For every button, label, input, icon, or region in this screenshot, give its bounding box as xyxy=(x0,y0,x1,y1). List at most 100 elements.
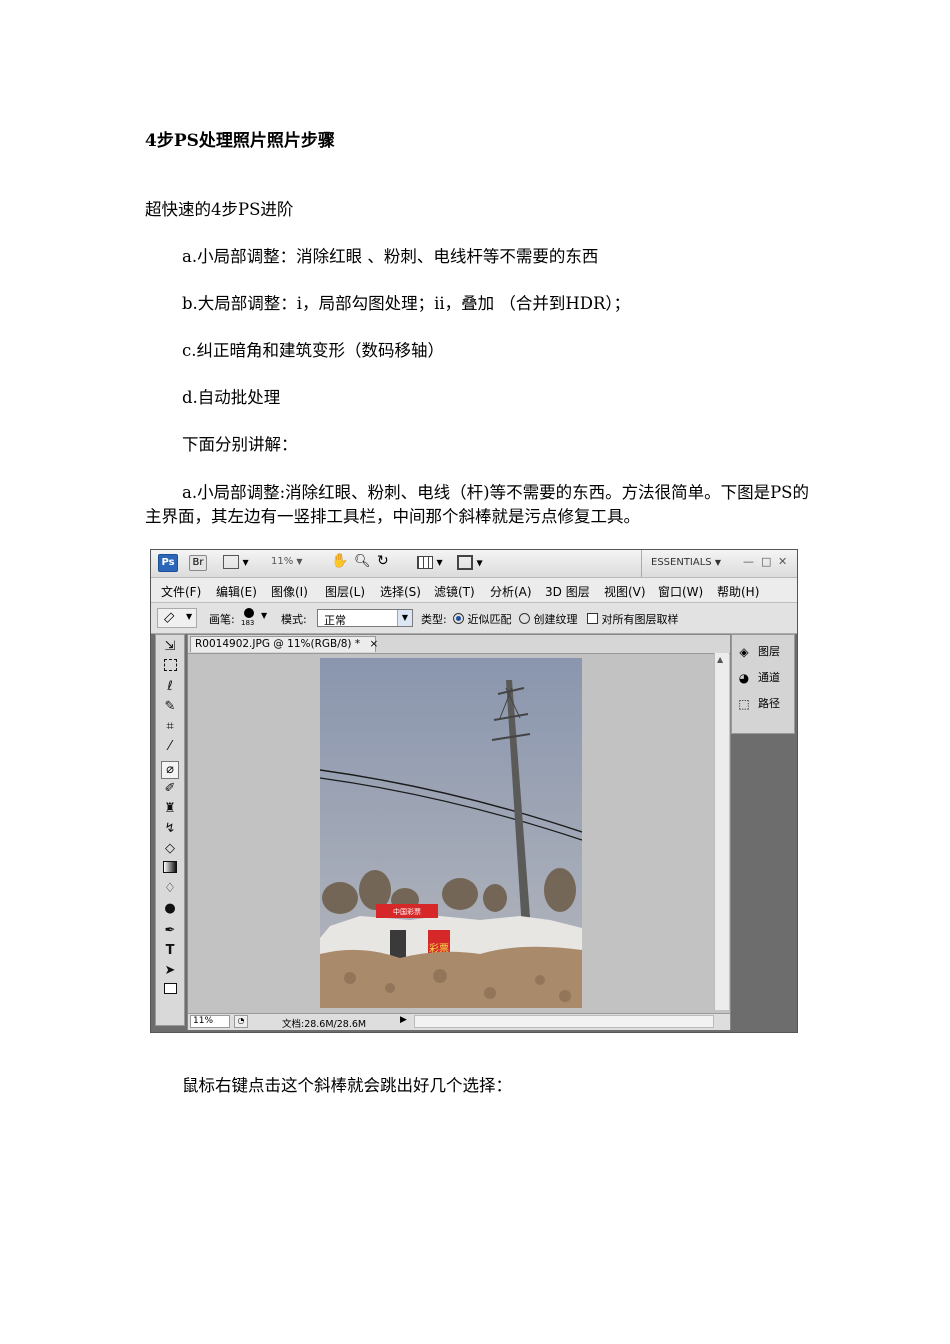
proximity-match-radio[interactable]: 近似匹配 xyxy=(453,611,512,627)
tool-preset-picker[interactable]: ▭ ▼ xyxy=(157,608,197,628)
rotate-view-icon[interactable]: ↻ xyxy=(377,553,395,569)
gradient-tool-icon[interactable] xyxy=(162,861,178,877)
channels-label: 通道 xyxy=(758,671,780,684)
view-extras-button[interactable]: ▼ xyxy=(223,555,251,571)
chevron-down-icon: ▼ xyxy=(186,612,193,621)
document-tab[interactable]: R0014902.JPG @ 11%(RGB/8) * × xyxy=(190,636,378,652)
status-info-icon[interactable]: ◔ xyxy=(234,1015,248,1028)
pen-tool-icon[interactable]: ✒ xyxy=(162,923,178,939)
tools-panel: ⇲ ℓ ✎ ⌗ ⁄ ⌀ ✐ ♜ ↯ ◇ ♢ ● ✒ T ➤ xyxy=(155,634,185,1026)
divider xyxy=(641,550,642,577)
document-tab-title: R0014902.JPG @ 11%(RGB/8) * xyxy=(195,638,361,650)
arrange-documents-button[interactable]: ▼ xyxy=(417,555,447,569)
sample-all-layers-checkbox[interactable]: 对所有图层取样 xyxy=(587,611,679,627)
spot-healing-brush-icon: ▭ xyxy=(159,607,179,628)
menu-file[interactable]: 文件(F) xyxy=(161,583,201,600)
menu-analysis[interactable]: 分析(A) xyxy=(490,583,532,600)
ps-app-bar: Ps Br ▼ 11% ▼ ✋ 🔍︎ ↻ ▼ ▼ ESSENTIALS ▼ — … xyxy=(151,550,797,578)
menu-filter[interactable]: 滤镜(T) xyxy=(434,583,475,600)
path-selection-tool-icon[interactable]: ➤ xyxy=(162,963,178,979)
zoom-level-dropdown[interactable]: 11% ▼ xyxy=(271,556,311,567)
horizontal-scrollbar[interactable] xyxy=(414,1015,714,1028)
menu-image[interactable]: 图像(I) xyxy=(271,583,308,600)
menu-help[interactable]: 帮助(H) xyxy=(717,583,759,600)
type-label: 类型: xyxy=(421,613,447,626)
explain-a-paragraph: a.小局部调整:消除红眼、粉刺、电线（杆)等不需要的东西。方法很简单。下图是PS… xyxy=(145,483,809,526)
maximize-button[interactable]: □ xyxy=(761,555,771,568)
minimize-button[interactable]: — xyxy=(743,555,754,568)
proximity-match-label: 近似匹配 xyxy=(467,613,512,626)
menu-view[interactable]: 视图(V) xyxy=(604,583,646,600)
shape-tool-icon[interactable] xyxy=(162,983,178,999)
brush-tool-icon[interactable]: ✐ xyxy=(162,781,178,797)
close-button[interactable]: ✕ xyxy=(778,555,787,568)
eraser-tool-icon[interactable]: ◇ xyxy=(162,841,178,857)
create-texture-label: 创建纹理 xyxy=(533,613,578,626)
status-menu-arrow-icon[interactable]: ▶ xyxy=(400,1015,407,1025)
spot-healing-brush-tool-icon[interactable]: ⌀ xyxy=(161,761,179,779)
vertical-scrollbar[interactable]: ▲ xyxy=(714,653,729,1010)
paths-label: 路径 xyxy=(758,697,780,710)
crop-tool-icon[interactable]: ⌗ xyxy=(162,719,178,735)
type-tool-icon[interactable]: T xyxy=(162,943,178,959)
layers-panel-button[interactable]: ◈ 图层 xyxy=(736,643,780,659)
layers-label: 图层 xyxy=(758,645,780,658)
history-brush-tool-icon[interactable]: ↯ xyxy=(162,821,178,837)
view-extras-icon xyxy=(223,555,239,569)
menu-select[interactable]: 选择(S) xyxy=(380,583,421,600)
eyedropper-tool-icon[interactable]: ⁄ xyxy=(162,739,178,755)
dodge-tool-icon[interactable]: ● xyxy=(162,901,178,917)
lasso-tool-icon[interactable]: ℓ xyxy=(162,679,178,695)
ps-logo-icon[interactable]: Ps xyxy=(158,554,178,572)
blur-tool-icon[interactable]: ♢ xyxy=(162,881,178,897)
screen-mode-icon xyxy=(457,555,473,570)
step-a: a.小局部调整：消除红眼 、粉刺、电线杆等不需要的东西 xyxy=(182,247,599,266)
scroll-up-icon[interactable]: ▲ xyxy=(717,655,723,664)
mode-select[interactable]: 正常 ▼ xyxy=(317,609,413,627)
zoom-level-value: 11% xyxy=(271,556,294,567)
brush-size-value: 183 xyxy=(241,619,255,627)
create-texture-radio[interactable]: 创建纹理 xyxy=(519,611,578,627)
channels-panel-button[interactable]: ◕ 通道 xyxy=(736,669,780,685)
radio-unselected-icon xyxy=(519,613,530,624)
screen-mode-button[interactable]: ▼ xyxy=(457,555,487,570)
brush-picker[interactable]: 183 ▼ xyxy=(239,606,269,630)
clone-stamp-tool-icon[interactable]: ♜ xyxy=(162,801,178,817)
brush-label: 画笔: xyxy=(209,613,235,626)
closing-line: 鼠标右键点击这个斜棒就会跳出好几个选择： xyxy=(182,1076,512,1095)
photoshop-screenshot: Ps Br ▼ 11% ▼ ✋ 🔍︎ ↻ ▼ ▼ ESSENTIALS ▼ — … xyxy=(150,549,798,1033)
photo-power-pole: 中国彩票 彩票 xyxy=(320,658,582,1008)
bridge-button[interactable]: Br xyxy=(189,555,207,571)
marquee-tool-icon[interactable] xyxy=(162,659,178,675)
move-tool-icon[interactable]: ⇲ xyxy=(162,639,178,655)
hand-tool-icon[interactable]: ✋ xyxy=(331,553,351,569)
chevron-down-icon: ▼ xyxy=(261,611,268,620)
channels-icon: ◕ xyxy=(738,671,750,685)
page-title: 4步PS处理照片照片步骤 xyxy=(145,131,335,151)
menu-window[interactable]: 窗口(W) xyxy=(658,583,703,600)
chevron-down-icon: ▼ xyxy=(397,610,412,626)
step-c: c.纠正暗角和建筑变形（数码移轴） xyxy=(182,341,444,360)
arrange-icon xyxy=(417,555,433,569)
mode-label: 模式: xyxy=(281,613,307,626)
panels-dock: ◈ 图层 ◕ 通道 ⬚ 路径 xyxy=(731,634,795,734)
photo-banner-text: 中国彩票 xyxy=(393,907,421,916)
explain-intro: 下面分别讲解： xyxy=(182,435,298,454)
layers-icon: ◈ xyxy=(739,645,749,659)
menu-3d[interactable]: 3D 图层 xyxy=(545,583,590,600)
chevron-down-icon: ▼ xyxy=(242,558,249,567)
menu-edit[interactable]: 编辑(E) xyxy=(216,583,257,600)
close-icon[interactable]: × xyxy=(369,638,378,650)
quick-selection-tool-icon[interactable]: ✎ xyxy=(162,699,178,715)
paths-panel-button[interactable]: ⬚ 路径 xyxy=(736,695,780,711)
step-b: b.大局部调整：i，局部勾图处理；ii，叠加 （合并到HDR）； xyxy=(182,294,631,313)
radio-selected-icon xyxy=(453,613,464,624)
document-canvas[interactable]: 中国彩票 彩票 xyxy=(320,658,582,1008)
menu-layer[interactable]: 图层(L) xyxy=(325,583,365,600)
paths-icon: ⬚ xyxy=(738,697,750,711)
status-zoom-field[interactable]: 11% xyxy=(190,1015,230,1028)
ps-menu-bar: 文件(F) 编辑(E) 图像(I) 图层(L) 选择(S) 滤镜(T) 分析(A… xyxy=(151,578,797,603)
workspace-switcher[interactable]: ESSENTIALS ▼ xyxy=(651,557,721,568)
document-tab-bar: R0014902.JPG @ 11%(RGB/8) * × xyxy=(188,635,730,654)
zoom-tool-icon[interactable]: 🔍︎ xyxy=(354,554,372,569)
